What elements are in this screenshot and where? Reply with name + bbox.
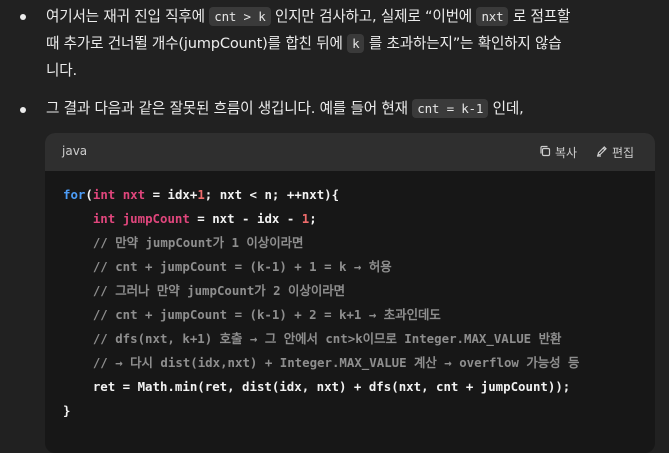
- code-token: = idx+: [145, 187, 198, 202]
- text-line: 때 추가로 건너뛸 개수(jumpCount)를 합친 뒤에 k 를 초과하는지…: [46, 30, 666, 57]
- text-segment: 때 추가로 건너뛸 개수(jumpCount)를 합친 뒤에: [46, 35, 348, 52]
- code-token: jumpCount: [122, 211, 190, 226]
- list-item: 그 결과 다음과 같은 잘못된 흐름이 생깁니다. 예를 들어 현재 cnt =…: [0, 95, 669, 125]
- code-token: int: [92, 211, 116, 226]
- bullet-text-2: 그 결과 다음과 같은 잘못된 흐름이 생깁니다. 예를 들어 현재 cnt =…: [46, 95, 666, 122]
- code-line: // cnt + jumpCount = (k-1) + 2 = k+1 → 초…: [63, 303, 579, 327]
- code-content: for(int nxt = idx+1; nxt < n; ++nxt){ in…: [63, 183, 579, 423]
- code-line: // 그러나 만약 jumpCount가 2 이상이라면: [63, 279, 579, 303]
- code-token: (: [85, 187, 93, 202]
- code-line: ret = Math.min(ret, dist(idx, nxt) + dfs…: [63, 375, 579, 399]
- code-token: }: [63, 403, 71, 418]
- code-token: // dfs(nxt, k+1) 호출 → 그 안에서 cnt>k이므로 Int…: [63, 331, 562, 346]
- text-line: 니다.: [46, 57, 666, 84]
- code-line: // cnt + jumpCount = (k-1) + 1 = k → 허용: [63, 255, 579, 279]
- code-block: java 복사 편집 for(int nxt = idx+1; nxt < n;: [45, 133, 655, 453]
- inline-code: nxt: [476, 7, 509, 26]
- text-segment: 그 결과 다음과 같은 잘못된 흐름이 생깁니다. 예를 들어 현재: [46, 100, 413, 117]
- text-segment: 인지만 검사하고, 실제로 “이번에: [270, 8, 477, 25]
- code-line: }: [63, 399, 579, 423]
- code-line: for(int nxt = idx+1; nxt < n; ++nxt){: [63, 183, 579, 207]
- code-token: // 그러나 만약 jumpCount가 2 이상이라면: [63, 283, 346, 298]
- code-token: = nxt - idx -: [189, 211, 302, 226]
- code-token: ret = Math.min(ret, dist(idx, nxt) + dfs…: [63, 379, 571, 394]
- inline-code: cnt = k-1: [412, 99, 489, 118]
- code-token: nxt: [122, 187, 146, 202]
- code-block-header: java 복사 편집: [45, 133, 655, 171]
- text-segment: 여기서는 재귀 진입 직후에: [46, 8, 210, 25]
- code-token: // → 다시 dist(idx,nxt) + Integer.MAX_VALU…: [63, 355, 580, 370]
- code-token: ; nxt < n; ++nxt){: [204, 187, 340, 202]
- bullet-text-1: 여기서는 재귀 진입 직후에 cnt > k 인지만 검사하고, 실제로 “이번…: [46, 3, 666, 84]
- code-token: // cnt + jumpCount = (k-1) + 2 = k+1 → 초…: [63, 307, 441, 322]
- text-segment: 인데,: [488, 100, 524, 117]
- edit-label: 편집: [612, 145, 635, 160]
- bullet-dot: [20, 14, 26, 20]
- code-line: // dfs(nxt, k+1) 호출 → 그 안에서 cnt>k이므로 Int…: [63, 327, 579, 351]
- inline-code: cnt > k: [209, 7, 271, 26]
- code-line: // 만약 jumpCount가 1 이상이라면: [63, 231, 579, 255]
- bullet-dot: [20, 107, 26, 113]
- text-line: 여기서는 재귀 진입 직후에 cnt > k 인지만 검사하고, 실제로 “이번…: [46, 3, 666, 30]
- inline-code: k: [347, 34, 365, 53]
- text-line: 그 결과 다음과 같은 잘못된 흐름이 생깁니다. 예를 들어 현재 cnt =…: [46, 95, 666, 122]
- code-token: for: [63, 187, 86, 202]
- code-token: ;: [309, 211, 317, 226]
- copy-label: 복사: [555, 145, 578, 160]
- edit-pencil-icon: [596, 145, 608, 160]
- code-token: // 만약 jumpCount가 1 이상이라면: [63, 235, 304, 250]
- code-token: int: [92, 187, 116, 202]
- code-token: 1: [197, 187, 205, 202]
- copy-button[interactable]: 복사: [539, 142, 577, 162]
- text-segment: 를 초과하는지”는 확인하지 않습: [364, 35, 562, 52]
- code-line: // → 다시 dist(idx,nxt) + Integer.MAX_VALU…: [63, 351, 580, 375]
- code-line: int jumpCount = nxt - idx - 1;: [63, 207, 579, 231]
- text-segment: 니다.: [46, 62, 77, 79]
- edit-button[interactable]: 편집: [596, 142, 634, 162]
- code-token: // cnt + jumpCount = (k-1) + 1 = k → 허용: [63, 259, 392, 274]
- list-item: 여기서는 재귀 진입 직후에 cnt > k 인지만 검사하고, 실제로 “이번…: [0, 3, 669, 87]
- code-language-label: java: [62, 144, 88, 158]
- copy-icon: [539, 145, 551, 160]
- text-segment: 로 점프할: [508, 8, 571, 25]
